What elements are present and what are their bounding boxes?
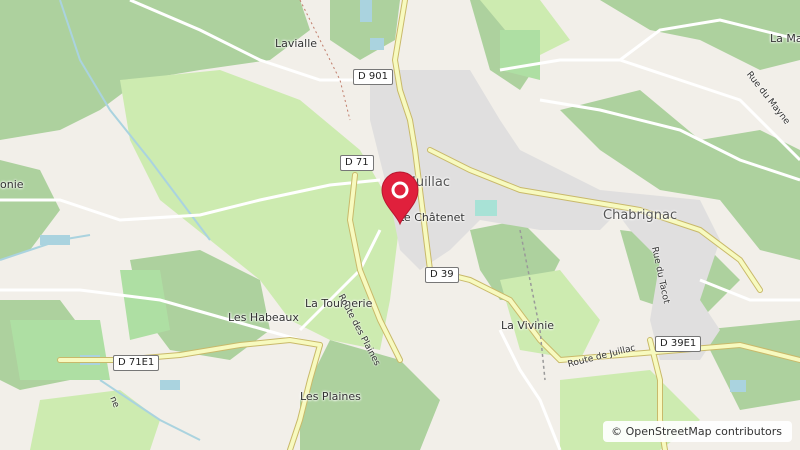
road-shield-d71: D 71 [340,155,374,171]
place-label-lavialle: Lavialle [275,37,318,50]
map-pin-icon [381,171,419,226]
road-shield-d71e1: D 71E1 [113,355,160,371]
place-label-onie: onie [0,178,24,191]
road-shield-d39e1: D 39E1 [655,336,702,352]
road-shield-d39: D 39 [425,267,459,283]
attribution-link[interactable]: OpenStreetMap contributors [626,425,782,438]
road-shield-d901: D 901 [353,69,393,85]
map-view[interactable]: Lavialle La Mai Juillac Le Châtenet Chab… [0,0,800,450]
location-marker[interactable] [380,170,420,226]
place-label-la-main: La Mai [770,32,800,45]
place-label-la-vivinie: La Vivinie [501,319,555,332]
place-label-les-plaines: Les Plaines [300,390,361,403]
place-label-les-habeaux: Les Habeaux [228,311,299,324]
place-label-chabrignac: Chabrignac [603,208,678,223]
map-attribution: © OpenStreetMap contributors [603,421,792,442]
copyright-symbol: © [611,425,623,438]
